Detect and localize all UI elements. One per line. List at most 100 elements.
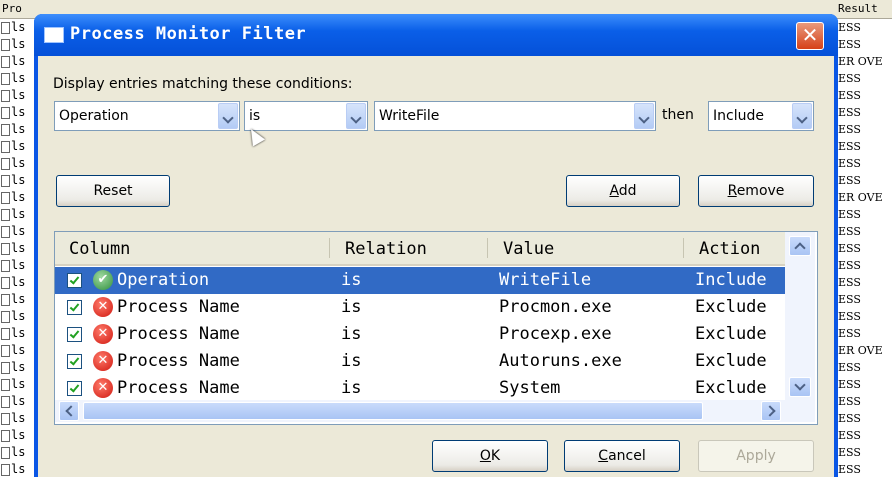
then-label: then: [662, 107, 694, 123]
row-value: System: [499, 378, 561, 398]
document-icon: [1, 226, 10, 238]
row-checkbox[interactable]: [67, 273, 82, 288]
remove-button[interactable]: Remove: [698, 175, 814, 207]
chevron-down-icon[interactable]: [346, 103, 366, 129]
bg-result-cell: ESS: [838, 259, 861, 272]
add-button[interactable]: Add: [566, 175, 680, 207]
bg-row: ls: [0, 359, 34, 376]
header-divider[interactable]: [487, 238, 488, 258]
bg-result-cell: ESS: [838, 225, 861, 238]
horizontal-scrollbar[interactable]: [55, 400, 785, 422]
scroll-up-button[interactable]: [789, 236, 811, 256]
bg-row-text: ls: [11, 20, 26, 34]
header-action[interactable]: Action: [699, 239, 760, 259]
header-divider[interactable]: [329, 238, 330, 258]
row-checkbox[interactable]: [67, 327, 82, 342]
document-icon: [1, 39, 10, 51]
bg-row-text: ls: [11, 275, 26, 289]
bg-row: ls: [0, 172, 34, 189]
bg-result-cell: ESS: [838, 293, 861, 306]
bg-row: ls: [0, 206, 34, 223]
row-action: Exclude: [695, 324, 767, 344]
bg-row: ls: [0, 87, 34, 104]
bg-row-text: ls: [11, 122, 26, 136]
header-column[interactable]: Column: [69, 239, 130, 259]
row-column: Process Name: [117, 324, 240, 344]
dialog-client-area: Display entries matching these condition…: [38, 56, 834, 477]
error-x-icon: ✕: [93, 378, 113, 398]
relation-combo[interactable]: is: [244, 101, 368, 131]
process-monitor-filter-dialog: Process Monitor Filter ✕ Display entries…: [34, 14, 838, 477]
cancel-button[interactable]: Cancel: [564, 440, 680, 472]
row-column: Operation: [117, 270, 210, 290]
list-row[interactable]: ✕ Process Name is Procmon.exe Exclude: [55, 294, 785, 321]
scroll-left-button[interactable]: [59, 401, 79, 421]
apply-button[interactable]: Apply: [698, 440, 814, 472]
bg-row-text: ls: [11, 37, 26, 51]
background-result-column: ESS ESS ER OVE ESS ESS ESS ESS ESS ESS ESS ER OVE E…: [838, 19, 892, 477]
row-checkbox[interactable]: [67, 381, 82, 396]
scroll-down-button[interactable]: [789, 377, 811, 397]
bg-row: ls: [0, 70, 34, 87]
column-combo[interactable]: Operation: [54, 101, 240, 131]
horizontal-scroll-thumb[interactable]: [83, 402, 703, 420]
bg-row-text: ls: [11, 326, 26, 340]
bg-result-cell: ESS: [838, 395, 861, 408]
bg-row: ls: [0, 155, 34, 172]
scroll-right-button[interactable]: [761, 401, 781, 421]
reset-button[interactable]: Reset: [56, 175, 170, 207]
bg-result-cell: ESS: [838, 412, 861, 425]
row-relation: is: [341, 378, 362, 398]
header-value[interactable]: Value: [503, 239, 554, 259]
row-checkbox[interactable]: [67, 300, 82, 315]
chevron-down-icon[interactable]: [634, 103, 654, 129]
bg-result-cell: ESS: [838, 157, 861, 170]
value-combo[interactable]: WriteFile: [374, 101, 656, 131]
bg-result-cell: ESS: [838, 327, 861, 340]
bg-row-text: ls: [11, 445, 26, 459]
row-relation: is: [341, 297, 362, 317]
bg-row: ls: [0, 342, 34, 359]
bg-result-cell: ESS: [838, 429, 861, 442]
error-x-icon: ✕: [93, 324, 113, 344]
document-icon: [1, 328, 10, 340]
list-row[interactable]: ✕ Process Name is Procexp.exe Exclude: [55, 321, 785, 348]
bg-row: ls: [0, 240, 34, 257]
bg-row-text: ls: [11, 105, 26, 119]
vertical-scrollbar[interactable]: [785, 232, 815, 422]
bg-row-text: ls: [11, 207, 26, 221]
bg-result-cell: ESS: [838, 208, 861, 221]
bg-result-cell: ESS: [838, 276, 861, 289]
bg-row-text: ls: [11, 258, 26, 272]
document-icon: [1, 345, 10, 357]
row-value: Procexp.exe: [499, 324, 612, 344]
bg-row-text: ls: [11, 54, 26, 68]
bg-row: ls: [0, 410, 34, 427]
action-combo-value: Include: [713, 108, 764, 124]
action-combo[interactable]: Include: [708, 101, 814, 131]
close-button[interactable]: ✕: [796, 22, 824, 50]
title-bar[interactable]: Process Monitor Filter ✕: [34, 14, 838, 56]
list-row[interactable]: ✔ Operation is WriteFile Include: [55, 267, 785, 294]
chevron-down-icon[interactable]: [792, 103, 812, 129]
bg-result-cell: ESS: [838, 310, 861, 323]
ok-button[interactable]: OK: [432, 440, 548, 472]
row-value: Procmon.exe: [499, 297, 612, 317]
header-relation[interactable]: Relation: [345, 239, 427, 259]
header-divider[interactable]: [683, 238, 684, 258]
list-row[interactable]: ✕ Process Name is Autoruns.exe Exclude: [55, 348, 785, 375]
bg-row: ls: [0, 444, 34, 461]
filter-list[interactable]: Column Relation Value Action ✔ Operation…: [54, 231, 818, 425]
bg-result-cell: ESS: [838, 174, 861, 187]
bg-row-text: ls: [11, 428, 26, 442]
document-icon: [1, 192, 10, 204]
bg-row-text: ls: [11, 156, 26, 170]
row-action: Exclude: [695, 378, 767, 398]
chevron-down-icon[interactable]: [218, 103, 238, 129]
document-icon: [1, 22, 10, 34]
document-icon: [1, 158, 10, 170]
row-checkbox[interactable]: [67, 354, 82, 369]
row-value: WriteFile: [499, 270, 592, 290]
document-icon: [1, 430, 10, 442]
list-row[interactable]: ✕ Process Name is System Exclude: [55, 375, 785, 402]
